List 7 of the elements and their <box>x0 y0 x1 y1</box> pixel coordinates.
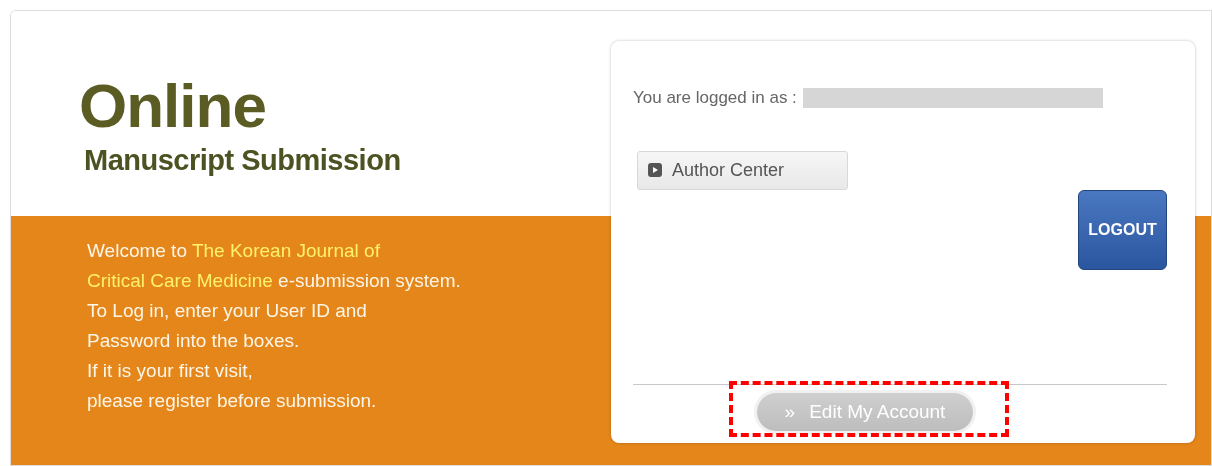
online-title: Online <box>79 75 267 137</box>
subtitle: Manuscript Submission <box>83 143 402 177</box>
welcome-text: Welcome to The Korean Journal of Critical Care Medicine e-submission system. To Log in, enter your User ID and Password into the boxes. If it is your first visit, please register before submission. <box>87 239 461 413</box>
logout-button[interactable]: LOGOUT <box>1078 189 1167 270</box>
author-center-button[interactable]: Author Center <box>637 150 848 190</box>
logged-in-label: You are logged in as : <box>633 87 797 109</box>
play-icon <box>648 163 662 177</box>
